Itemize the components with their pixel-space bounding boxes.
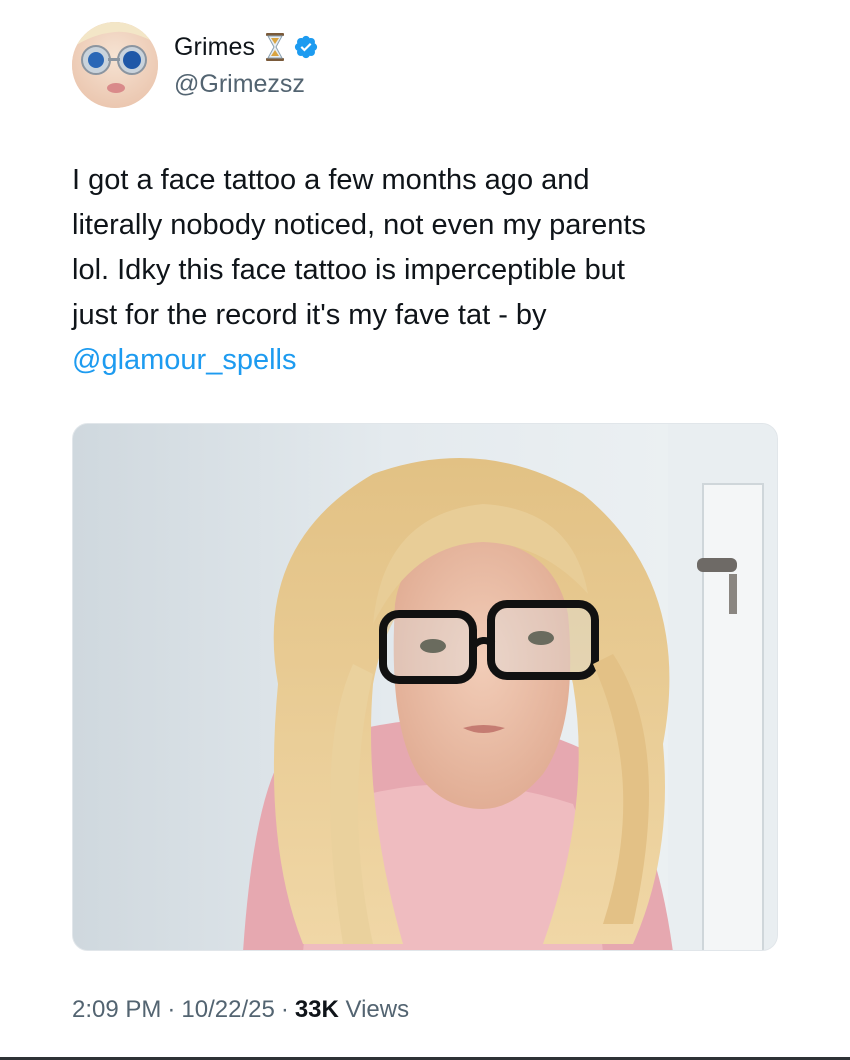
verified-badge-icon: [293, 34, 319, 60]
author-avatar[interactable]: [72, 22, 158, 108]
tweet-text-line: lol. Idky this face tattoo is impercepti…: [72, 254, 625, 286]
tweet-text-line: I got a face tattoo a few months ago and: [72, 164, 590, 196]
meta-separator: ·: [167, 996, 176, 1023]
author-name-row[interactable]: Grimes: [174, 30, 319, 64]
avatar-image: [72, 22, 158, 108]
tweet-time[interactable]: 2:09 PM: [72, 996, 161, 1023]
tweet-card: Grimes @Grimezsz I got a face tattoo a f…: [0, 0, 850, 1060]
meta-separator: ·: [280, 996, 289, 1023]
tweet-date[interactable]: 10/22/25: [181, 996, 274, 1023]
tweet-text-line: literally nobody noticed, not even my pa…: [72, 209, 646, 241]
author-display-name[interactable]: Grimes: [174, 33, 255, 62]
tweet-text: I got a face tattoo a few months ago and…: [72, 158, 792, 383]
tweet-text-line: just for the record it's my fave tat - b…: [72, 299, 547, 331]
views-count: 33K: [294, 996, 339, 1023]
hourglass-icon: [263, 32, 287, 62]
author-handle[interactable]: @Grimezsz: [174, 70, 305, 99]
mention-link[interactable]: @glamour_spells: [72, 338, 792, 383]
selfie-photo: [73, 424, 777, 950]
tweet-photo[interactable]: [72, 423, 778, 951]
views-label: Views: [345, 996, 410, 1023]
tweet-meta: 2:09 PM · 10/22/25 · 33K Views: [72, 996, 409, 1024]
